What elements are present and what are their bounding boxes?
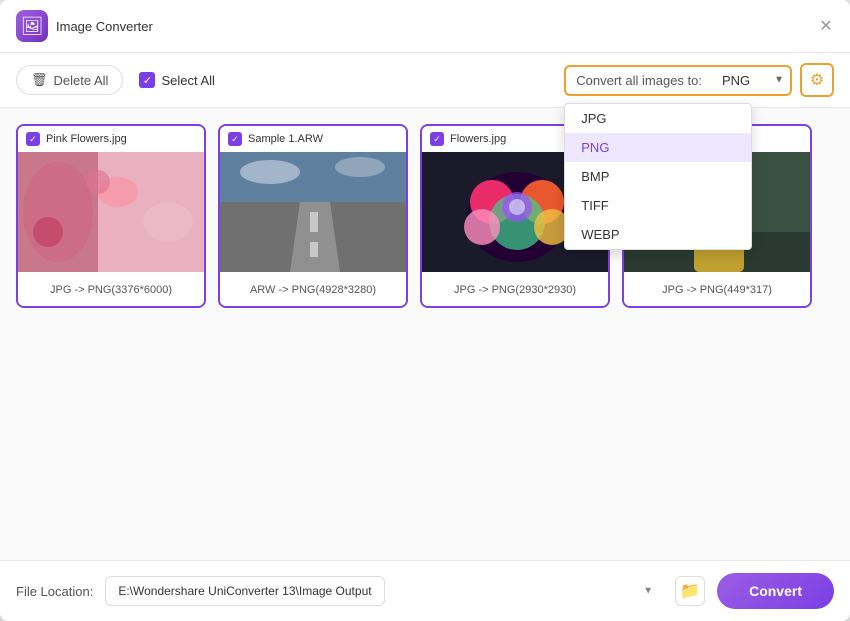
card-footer: ARW -> PNG(4928*3280) bbox=[220, 272, 406, 306]
card-checkbox[interactable]: ✓ bbox=[26, 132, 40, 146]
convert-label: Convert all images to: bbox=[564, 65, 712, 96]
file-location-label: File Location: bbox=[16, 584, 93, 599]
dropdown-item-png[interactable]: PNG bbox=[565, 133, 751, 162]
format-select[interactable]: JPG PNG BMP TIFF WEBP bbox=[712, 65, 792, 96]
format-dropdown[interactable]: JPG PNG BMP TIFF WEBP bbox=[564, 103, 752, 250]
select-all-checkbox[interactable]: ✓ bbox=[139, 72, 155, 88]
conversion-info: JPG -> PNG(449*317) bbox=[662, 284, 772, 296]
toolbar-left: 🗑 Delete All ✓ Select All bbox=[16, 65, 548, 95]
card-footer: JPG -> PNG(2930*2930) bbox=[422, 272, 608, 306]
app-icon: 🖼 bbox=[16, 10, 48, 42]
title-bar-left: 🖼 Image Converter bbox=[16, 10, 153, 42]
dropdown-item-bmp[interactable]: BMP bbox=[565, 162, 751, 191]
close-button[interactable]: ✕ bbox=[818, 18, 834, 34]
conversion-info: ARW -> PNG(4928*3280) bbox=[250, 284, 376, 296]
file-path-wrapper: E:\Wondershare UniConverter 13\Image Out… bbox=[105, 576, 663, 606]
dropdown-item-webp[interactable]: WEBP bbox=[565, 220, 751, 249]
bottom-bar: File Location: E:\Wondershare UniConvert… bbox=[0, 560, 850, 621]
file-path-select[interactable]: E:\Wondershare UniConverter 13\Image Out… bbox=[105, 576, 385, 606]
image-thumbnail bbox=[220, 152, 406, 272]
select-all-text: Select All bbox=[161, 73, 214, 88]
app-window: 🖼 Image Converter ✕ 🗑 Delete All ✓ Selec… bbox=[0, 0, 850, 621]
dropdown-item-tiff[interactable]: TIFF bbox=[565, 191, 751, 220]
card-header: ✓ Sample 1.ARW bbox=[220, 126, 406, 152]
toolbar-right: Convert all images to: JPG PNG BMP TIFF … bbox=[564, 63, 834, 97]
delete-all-label: Delete All bbox=[54, 73, 109, 88]
title-bar: 🖼 Image Converter ✕ bbox=[0, 0, 850, 53]
path-chevron-icon: ▼ bbox=[643, 586, 653, 597]
card-checkbox[interactable]: ✓ bbox=[430, 132, 444, 146]
conversion-info: JPG -> PNG(2930*2930) bbox=[454, 284, 576, 296]
image-thumbnail bbox=[18, 152, 204, 272]
image-card: ✓ Sample 1.ARW bbox=[218, 124, 408, 308]
card-footer: JPG -> PNG(449*317) bbox=[624, 272, 810, 306]
toolbar: 🗑 Delete All ✓ Select All Convert all im… bbox=[0, 53, 850, 108]
card-filename: Flowers.jpg bbox=[450, 133, 506, 145]
trash-icon: 🗑 bbox=[31, 72, 48, 88]
conversion-info: JPG -> PNG(3376*6000) bbox=[50, 284, 172, 296]
card-checkbox[interactable]: ✓ bbox=[228, 132, 242, 146]
dropdown-item-jpg[interactable]: JPG bbox=[565, 104, 751, 133]
browse-folder-button[interactable]: 📁 bbox=[675, 576, 705, 606]
card-filename: Sample 1.ARW bbox=[248, 133, 323, 145]
card-header: ✓ Pink Flowers.jpg bbox=[18, 126, 204, 152]
settings-button[interactable]: ⚙ bbox=[800, 63, 834, 97]
delete-all-button[interactable]: 🗑 Delete All bbox=[16, 65, 123, 95]
card-filename: Pink Flowers.jpg bbox=[46, 133, 127, 145]
select-all-label[interactable]: ✓ Select All bbox=[139, 72, 214, 88]
convert-button[interactable]: Convert bbox=[717, 573, 834, 609]
image-card: ✓ Pink Flowers.jpg bbox=[16, 124, 206, 308]
card-footer: JPG -> PNG(3376*6000) bbox=[18, 272, 204, 306]
window-title: Image Converter bbox=[56, 19, 153, 34]
